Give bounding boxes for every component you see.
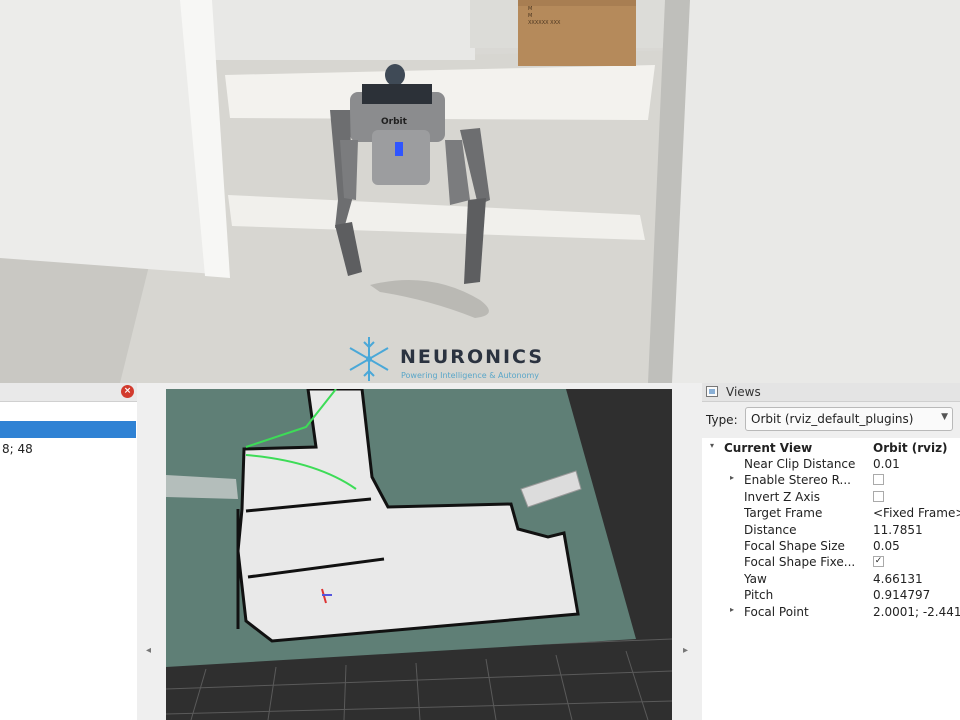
view-type-label: Type: [706,413,738,427]
current-view-row[interactable]: ▾ Current View Orbit (rviz) [702,440,960,456]
current-view-label: Current View [724,441,813,455]
occupancy-map-scene [166,389,672,720]
render-3d-view[interactable] [166,389,672,720]
left-splitter[interactable] [137,383,165,720]
view-property-name: Invert Z Axis [744,489,821,504]
brand-tagline: Powering Intelligence & Autonomy [401,371,540,380]
close-icon[interactable]: × [121,385,134,398]
view-property-checkbox[interactable]: ✓ [873,556,884,568]
view-property-name: Focal Point [744,604,809,619]
views-panel-titlebar: Views [702,383,960,402]
view-property-row[interactable]: ▸ Focal Point 2.0001; -2.441 [702,604,960,620]
collapse-right-arrow-icon[interactable]: ▸ [683,645,688,656]
view-property-name: Near Clip Distance [744,457,856,471]
view-property-name: Pitch [744,588,774,603]
snowflake-logo-icon [349,337,389,381]
collapse-left-arrow-icon[interactable]: ◂ [146,645,151,656]
displays-panel: × 8; 48 [0,383,138,720]
view-property-row[interactable]: Pitch 0.914797 [702,587,960,603]
view-property-name: Distance [744,522,797,537]
view-property-row[interactable]: Invert Z Axis [702,489,960,505]
view-property-value[interactable]: 0.914797 [873,588,960,602]
view-property-name: Yaw [744,571,767,586]
camera-scene: M M XXXXXX XXX Orbit [0,0,960,383]
expand-arrow-icon[interactable]: ▾ [710,441,714,450]
view-property-value[interactable]: 2.0001; -2.441 [873,605,960,619]
right-splitter[interactable] [672,383,702,720]
view-property-value[interactable]: 0.01 [873,457,960,471]
views-panel-title: Views [726,385,761,399]
box-label-3: XXXXXX XXX [528,20,561,26]
expand-arrow-icon[interactable]: ▸ [730,605,734,614]
view-property-row[interactable]: Distance 11.7851 [702,522,960,538]
brand-name: NEURONICS [400,346,545,368]
view-property-row[interactable]: Target Frame <Fixed Frame> [702,505,960,521]
view-properties-tree: ▾ Current View Orbit (rviz) Near Clip Di… [702,438,960,720]
view-property-row[interactable]: Focal Shape Fixe... ✓ [702,554,960,570]
view-property-row[interactable]: ▸ Enable Stereo R... [702,472,960,488]
rviz-window: × 8; 48 ◂ ▸ Views Type: Orbit (rviz_defa… [0,383,960,720]
display-property-value: 8; 48 [2,442,33,456]
view-property-row[interactable]: Near Clip Distance 0.01 [702,456,960,472]
chevron-down-icon: ▼ [941,412,948,422]
view-property-value[interactable]: 11.7851 [873,523,960,537]
box-label-1: M [528,6,532,12]
views-panel: Views Type: Orbit (rviz_default_plugins)… [702,383,960,720]
robot-label: Orbit [381,117,408,127]
views-panel-icon [706,386,718,397]
view-property-name: Target Frame [744,506,823,521]
brand-watermark: NEURONICS Powering Intelligence & Autono… [344,334,584,383]
view-property-name: Focal Shape Size [744,539,845,553]
view-type-select[interactable]: Orbit (rviz_default_plugins) ▼ [745,407,953,431]
view-property-value[interactable]: <Fixed Frame> [873,506,960,520]
box-label-2: M [528,13,532,19]
view-property-value[interactable]: 4.66131 [873,572,960,586]
view-property-value[interactable]: 0.05 [873,539,960,553]
view-property-row[interactable]: Yaw 4.66131 [702,571,960,587]
view-property-checkbox[interactable] [873,474,884,486]
view-type-value: Orbit (rviz_default_plugins) [751,412,914,426]
view-property-checkbox[interactable] [873,490,884,502]
expand-arrow-icon[interactable]: ▸ [730,473,734,482]
view-property-row[interactable]: Focal Shape Size 0.05 [702,538,960,554]
camera-feed: M M XXXXXX XXX Orbit NEURONICS Powering … [0,0,960,383]
view-property-name: Enable Stereo R... [744,473,851,488]
selected-display-row[interactable] [0,421,136,438]
displays-panel-titlebar: × [0,383,137,402]
view-property-name: Focal Shape Fixe... [744,555,856,570]
current-view-value: Orbit (rviz) [873,441,948,455]
